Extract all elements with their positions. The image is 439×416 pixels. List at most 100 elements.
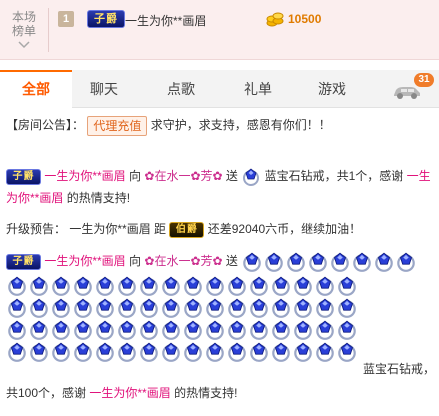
sapphire-ring-icon bbox=[270, 275, 292, 297]
sapphire-ring-icon bbox=[160, 341, 182, 363]
send-word: 送 bbox=[225, 169, 238, 183]
sender-name[interactable]: 一生为你**画眉 bbox=[44, 169, 125, 183]
sapphire-ring-icon bbox=[314, 341, 336, 363]
chevron-down-icon[interactable] bbox=[18, 41, 30, 49]
sapphire-ring-icon bbox=[28, 275, 50, 297]
sapphire-ring-icon bbox=[226, 275, 248, 297]
sapphire-ring-icon bbox=[182, 275, 204, 297]
viscount-badge-icon: 子爵 bbox=[87, 10, 125, 28]
upgrade-notice: 升级预告： 一生为你**画眉 距 伯爵 还差92040六币，继续加油！ bbox=[6, 218, 434, 240]
tab-songs[interactable]: 点歌 bbox=[145, 70, 217, 108]
divider bbox=[48, 8, 49, 52]
sapphire-ring-icon bbox=[94, 275, 116, 297]
sapphire-ring-icon bbox=[241, 251, 263, 273]
sapphire-ring-icon bbox=[336, 341, 358, 363]
gift-message: 子爵 一生为你**画眉 向 ✿在水一✿芳✿ 送 蓝宝石钻戒，共1个，感谢 一生为… bbox=[6, 165, 434, 209]
sapphire-ring-icon bbox=[248, 319, 270, 341]
sapphire-ring-icon bbox=[116, 297, 138, 319]
sapphire-ring-icon bbox=[138, 297, 160, 319]
upgrade-prefix: 升级预告： bbox=[6, 222, 67, 236]
sapphire-ring-icon bbox=[314, 319, 336, 341]
rank-user-name[interactable]: 一生为你**画眉 bbox=[125, 12, 206, 29]
sapphire-ring-icon bbox=[72, 319, 94, 341]
sapphire-ring-icon bbox=[94, 341, 116, 363]
receiver-name[interactable]: ✿在水一✿芳✿ bbox=[144, 254, 222, 268]
upgrade-user-name: 一生为你**画眉 bbox=[69, 222, 151, 236]
sapphire-ring-icon bbox=[160, 275, 182, 297]
sapphire-ring-icon bbox=[248, 275, 270, 297]
sapphire-ring-icon bbox=[72, 275, 94, 297]
receiver-name[interactable]: ✿在水一✿芳✿ bbox=[144, 169, 222, 183]
sapphire-ring-icon bbox=[6, 319, 28, 341]
sapphire-ring-icon bbox=[138, 341, 160, 363]
viscount-badge-icon: 子爵 bbox=[6, 253, 41, 270]
sapphire-ring-icon bbox=[28, 297, 50, 319]
viscount-badge-icon: 子爵 bbox=[6, 168, 41, 185]
sapphire-ring-icon bbox=[292, 297, 314, 319]
sapphire-ring-icon bbox=[204, 275, 226, 297]
sapphire-ring-row bbox=[241, 252, 417, 272]
thank-suffix: 的热情支持! bbox=[66, 191, 131, 205]
sapphire-ring-icon bbox=[204, 297, 226, 319]
sapphire-ring-icon bbox=[292, 319, 314, 341]
sapphire-ring-icon bbox=[336, 319, 358, 341]
chat-message-list: 【房间公告】： 代理充值 求守护，求支持，感恩有你们！！ 子爵 一生为你**画眉… bbox=[0, 110, 439, 416]
sapphire-ring-icon bbox=[307, 251, 329, 273]
gift-thanks-line: 共100个，感谢 一生为你**画眉 的热情支持! bbox=[6, 382, 434, 404]
sapphire-ring-icon bbox=[241, 167, 261, 187]
sapphire-ring-icon bbox=[72, 341, 94, 363]
to-word: 向 bbox=[129, 169, 142, 183]
sapphire-ring-icon bbox=[50, 319, 72, 341]
car-badge-count: 31 bbox=[414, 73, 434, 87]
sapphire-ring-icon bbox=[336, 297, 358, 319]
sapphire-ring-icon bbox=[226, 297, 248, 319]
sapphire-ring-icon bbox=[138, 275, 160, 297]
tab-games[interactable]: 游戏 bbox=[296, 70, 368, 108]
sapphire-ring-icon bbox=[182, 297, 204, 319]
sapphire-ring-icon bbox=[226, 341, 248, 363]
sapphire-ring-icon bbox=[94, 319, 116, 341]
sapphire-ring-icon bbox=[373, 251, 395, 273]
announcement-text: 求守护，求支持，感恩有你们！！ bbox=[150, 118, 331, 132]
coin-count: 10500 bbox=[288, 12, 322, 26]
sapphire-ring-icon bbox=[50, 341, 72, 363]
rank-label-line2: 榜单 bbox=[11, 24, 36, 38]
sapphire-ring-icon bbox=[270, 297, 292, 319]
tab-gifts[interactable]: 礼单 bbox=[222, 70, 294, 108]
rank-bar: 本场 榜单 1 子爵 一生为你**画眉 10500 bbox=[0, 0, 439, 60]
distance-word: 距 bbox=[154, 222, 167, 236]
rank-position: 1 bbox=[58, 11, 74, 27]
send-word: 送 bbox=[225, 254, 238, 268]
sapphire-ring-icon bbox=[285, 251, 307, 273]
announcement-prefix: 【房间公告】： bbox=[6, 118, 85, 132]
sapphire-ring-grid bbox=[6, 275, 358, 363]
sapphire-ring-icon bbox=[204, 341, 226, 363]
sapphire-ring-icon bbox=[329, 251, 351, 273]
rank-label-line1: 本场 bbox=[11, 10, 36, 24]
sapphire-ring-icon bbox=[248, 341, 270, 363]
sapphire-ring-icon bbox=[314, 297, 336, 319]
sapphire-ring-icon bbox=[160, 297, 182, 319]
tab-bar: 全部 聊天 点歌 礼单 游戏 31 bbox=[0, 70, 439, 109]
sender-name[interactable]: 一生为你**画眉 bbox=[44, 254, 125, 268]
sapphire-ring-icon bbox=[94, 297, 116, 319]
sapphire-ring-icon bbox=[50, 297, 72, 319]
sapphire-ring-icon bbox=[116, 341, 138, 363]
sapphire-ring-icon bbox=[72, 297, 94, 319]
sapphire-ring-icon bbox=[292, 341, 314, 363]
sapphire-ring-icon bbox=[182, 319, 204, 341]
upgrade-suffix: 还差92040六币，继续加油！ bbox=[207, 222, 362, 236]
agent-recharge-button[interactable]: 代理充值 bbox=[87, 115, 148, 136]
sapphire-ring-icon bbox=[351, 251, 373, 273]
sapphire-ring-icon bbox=[6, 297, 28, 319]
sapphire-ring-icon bbox=[336, 275, 358, 297]
thank-name[interactable]: 一生为你**画眉 bbox=[89, 386, 170, 400]
gift-count-text: 共100个，感谢 bbox=[6, 386, 87, 400]
gift-text: 蓝宝石钻戒， bbox=[363, 362, 436, 376]
sapphire-ring-icon bbox=[116, 275, 138, 297]
tab-all[interactable]: 全部 bbox=[0, 70, 72, 109]
rank-list-toggle[interactable]: 本场 榜单 bbox=[10, 10, 38, 38]
tab-chat[interactable]: 聊天 bbox=[68, 70, 140, 108]
sapphire-ring-icon bbox=[263, 251, 285, 273]
sapphire-ring-icon bbox=[270, 319, 292, 341]
